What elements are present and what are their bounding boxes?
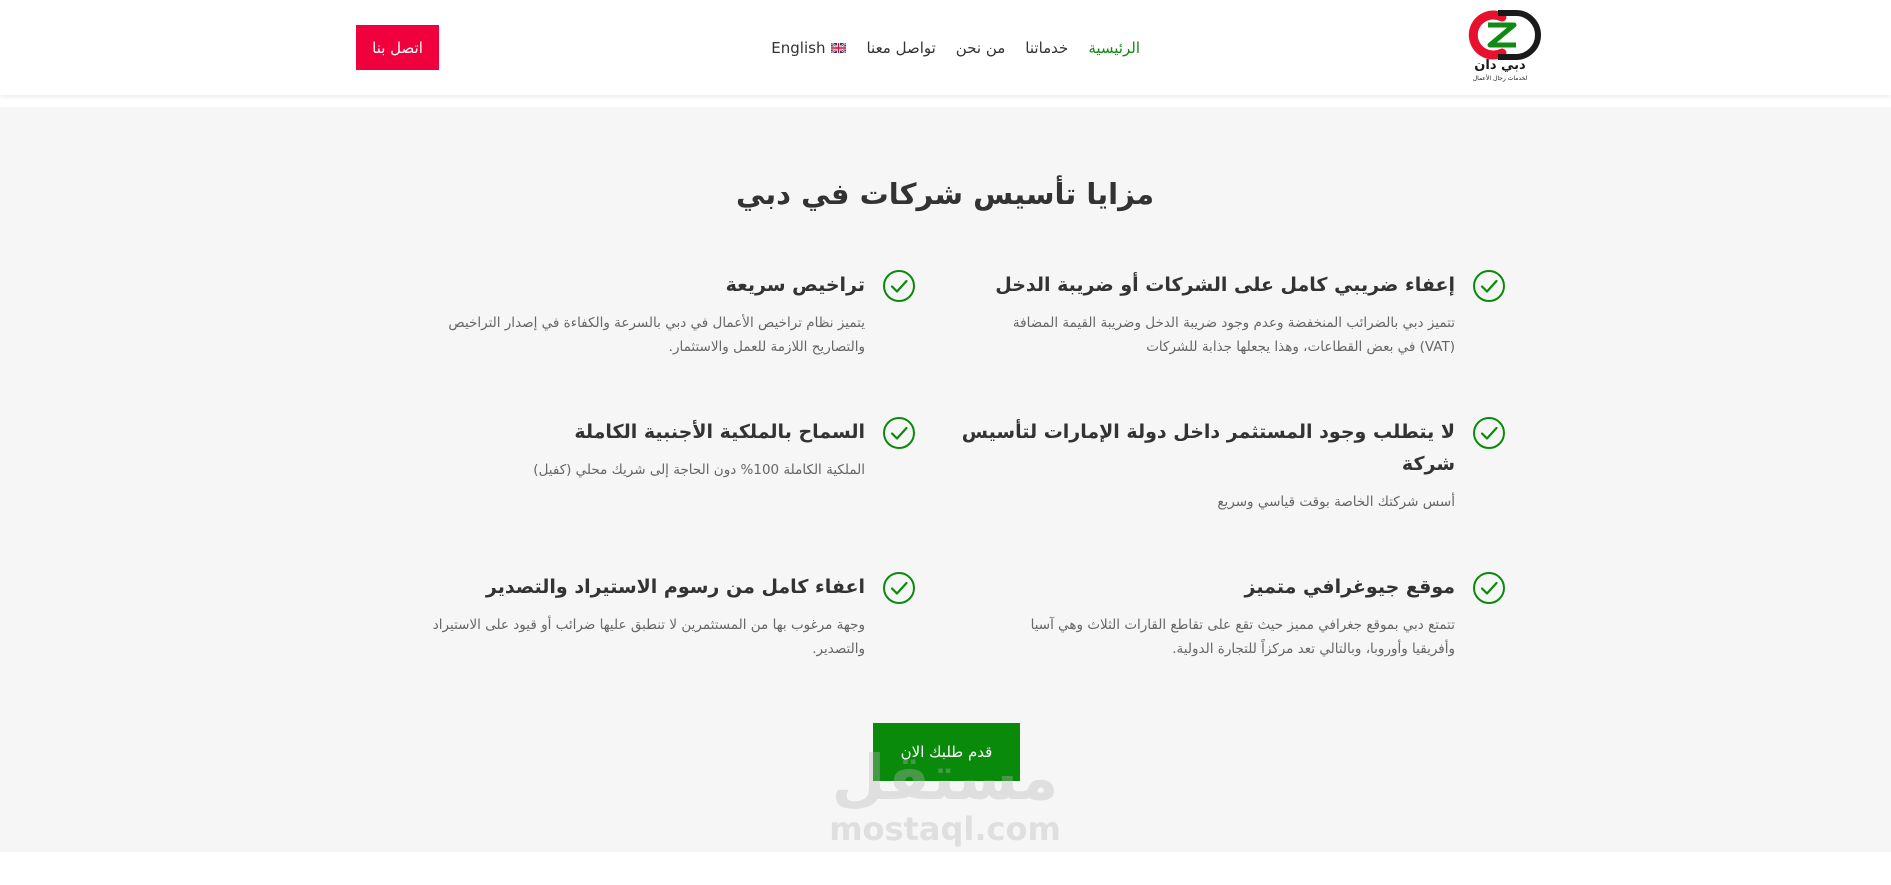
site-logo[interactable]: دبي دان لخدمات رجال الأعمال [1458, 9, 1542, 85]
check-circle-icon [883, 417, 915, 449]
nav-contact[interactable]: تواصل معنا [866, 39, 935, 57]
feature-description: وأفريقيا وأوروبا، وبالتالي تعد مركزاً لل… [1172, 641, 1455, 657]
feature-description: (VAT) في بعض القطاعات، وهذا يجعلها جذابة… [1146, 339, 1455, 355]
feature-title: تراخيص سريعة [725, 274, 865, 296]
check-circle-icon [1473, 417, 1505, 449]
logo-text: دبي دان [1474, 58, 1526, 73]
nav-about[interactable]: من نحن [956, 39, 1006, 57]
nav-services[interactable]: خدماتنا [1025, 39, 1068, 57]
language-switcher[interactable]: English [771, 39, 847, 57]
feature-description: الملكية الكاملة 100% دون الحاجة إلى شريك… [533, 462, 865, 478]
feature-description: وجهة مرغوب بها من المستثمرين لا تنطبق عل… [432, 617, 865, 633]
feature-description: تتميز دبي بالضرائب المنخفضة وعدم وجود ضر… [1012, 315, 1455, 331]
features-section: مزايا تأسيس شركات في دبي إعفاء ضريبي كام… [0, 107, 1891, 852]
language-label: English [771, 39, 826, 57]
contact-us-button[interactable]: اتصل بنا [356, 25, 439, 70]
feature-title: السماح بالملكية الأجنبية الكاملة [574, 421, 865, 443]
cd-logo-icon [1468, 10, 1541, 60]
feature-title: لا يتطلب وجود المستثمر داخل دولة الإمارا… [961, 421, 1455, 443]
nav-home[interactable]: الرئيسية [1088, 39, 1140, 57]
feature-title: إعفاء ضريبي كامل على الشركات أو ضريبة ال… [995, 274, 1455, 296]
check-circle-icon [883, 572, 915, 604]
logo-subtext: لخدمات رجال الأعمال [1472, 75, 1528, 82]
check-circle-icon [1473, 572, 1505, 604]
feature-description: والتصدير. [812, 641, 865, 657]
feature-title: شركة [1401, 453, 1455, 475]
feature-description: والتصاريح اللازمة للعمل والاستثمار. [668, 339, 865, 355]
feature-title: اعفاء كامل من رسوم الاستيراد والتصدير [485, 576, 865, 598]
feature-title: موقع جيوغرافي متميز [1244, 576, 1456, 598]
check-circle-icon [883, 270, 915, 302]
apply-now-button[interactable]: قدم طلبك الان [873, 723, 1020, 781]
section-title: مزايا تأسيس شركات في دبي [735, 177, 1155, 211]
feature-description: يتميز نظام تراخيص الأعمال في دبي بالسرعة… [448, 315, 865, 331]
check-circle-icon [1473, 270, 1505, 302]
main-nav: الرئيسية خدماتنا من نحن تواصل معنا Engli… [760, 36, 1140, 60]
feature-description: أسس شركتك الخاصة بوقت قياسي وسريع [1217, 494, 1455, 510]
site-header: دبي دان لخدمات رجال الأعمال الرئيسية خدم… [0, 0, 1891, 95]
feature-description: تتمتع دبي بموقع جغرافي مميز حيث تقع على … [1030, 617, 1455, 633]
uk-flag-icon [831, 43, 847, 53]
